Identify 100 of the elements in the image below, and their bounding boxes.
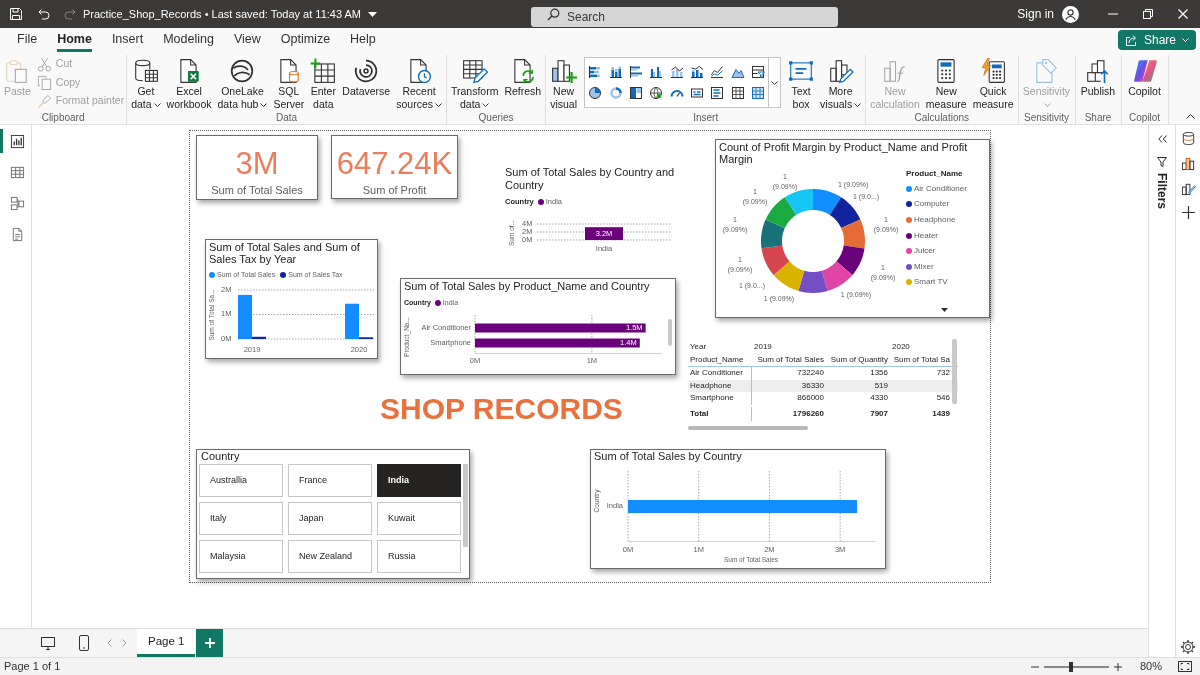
ribbon-group-label: Data [275, 112, 299, 124]
plus-icon [204, 638, 215, 648]
add-page-button[interactable] [196, 629, 224, 657]
ribbon-group-label: Copilot [1127, 112, 1162, 124]
chart-title: Sum of Total Sales by Country and Country [505, 166, 676, 191]
donut-chart-icon[interactable] [608, 86, 623, 101]
legend-title: Product_Name [906, 168, 964, 180]
table-cell-text: 1439 [931, 407, 951, 420]
ribbon-button[interactable]: SQL Server [271, 55, 307, 111]
filter-icon[interactable] [1157, 157, 1167, 167]
ribbon-button[interactable]: New measure [923, 55, 969, 111]
ribbon-button[interactable]: Quick measure [970, 55, 1016, 111]
slicer-option[interactable]: Russia [377, 540, 461, 573]
bar-chart-pencil-icon [827, 58, 854, 84]
caret-down-icon[interactable] [941, 308, 948, 312]
filters-pane-title[interactable]: Filters [1153, 173, 1171, 209]
list-filter-icon[interactable] [750, 64, 765, 79]
slicer-option[interactable]: Japan [288, 502, 372, 535]
scrollbar[interactable] [688, 426, 808, 430]
slicer-option[interactable]: India [377, 464, 461, 497]
ribbon-tab[interactable]: File [17, 30, 38, 52]
plus-icon[interactable] [1113, 662, 1122, 671]
scrollbar[interactable] [463, 464, 468, 547]
slicer-option[interactable]: Kuwait [377, 502, 461, 535]
share-button[interactable]: Share [1117, 30, 1196, 50]
settings-icon[interactable] [1180, 639, 1196, 655]
ribbon-button[interactable]: Get data [129, 55, 163, 111]
search-field[interactable]: Search [531, 7, 838, 27]
ribbon-tab[interactable]: View [233, 30, 261, 52]
ribbon-button[interactable]: Copilot [1126, 55, 1163, 98]
card-icon[interactable] [689, 86, 704, 101]
line-and-column-chart-icon[interactable] [669, 64, 684, 79]
ribbon-button[interactable]: Text box [786, 55, 817, 111]
ribbon-button[interactable]: More visuals [818, 55, 864, 111]
chevron-up-icon[interactable] [1186, 114, 1195, 119]
ribbon-button[interactable]: Dataverse [340, 55, 393, 98]
avatar-icon[interactable] [1062, 5, 1079, 23]
page-tab[interactable]: Page 1 [137, 629, 196, 657]
ribbon-button[interactable]: Recent sources [394, 55, 444, 111]
ribbon-tab[interactable]: Insert [111, 30, 144, 52]
bar-chart-icon[interactable] [1180, 156, 1196, 171]
legend-label: Juicer [914, 245, 936, 258]
phone-icon[interactable] [79, 635, 89, 651]
ribbon-button[interactable]: Publish [1078, 55, 1118, 98]
save-icon[interactable] [9, 7, 23, 21]
slider-thumb[interactable] [1069, 661, 1074, 672]
ribbon-button[interactable]: Excel workbook [164, 55, 214, 111]
line-chart-icon[interactable] [710, 64, 725, 79]
stacked-bar-chart-icon[interactable] [588, 64, 603, 79]
slicer-option[interactable]: New Zealand [288, 540, 372, 573]
chevron-down-icon [854, 102, 862, 107]
ribbon-tab[interactable]: Optimize [280, 30, 331, 52]
sign-in-link[interactable]: Sign in [1017, 5, 1054, 23]
ribbon-button[interactable]: Enter data [308, 55, 339, 111]
slicer-option[interactable]: Italy [199, 502, 283, 535]
minimize-icon[interactable] [1107, 13, 1118, 15]
chart-brush-icon[interactable] [1180, 181, 1196, 196]
fit-to-page-icon[interactable] [1178, 661, 1192, 672]
row-header: Total [688, 406, 752, 421]
chevron-down-icon [260, 102, 268, 107]
minus-icon[interactable] [1030, 665, 1039, 668]
chevron-down-icon [153, 102, 161, 107]
share-icon [1124, 33, 1138, 47]
matrix-icon[interactable] [750, 86, 765, 101]
line-and-stacked-column-chart-icon[interactable] [689, 64, 704, 79]
desktop-icon[interactable] [40, 635, 56, 651]
scrollbar[interactable] [952, 339, 957, 404]
treemap-icon[interactable] [628, 86, 643, 101]
restore-icon[interactable] [1142, 9, 1153, 19]
ribbon-tab[interactable]: Modeling [163, 30, 214, 52]
ribbon-button[interactable]: OneLake data hub [215, 55, 270, 111]
pie-chart-icon[interactable] [588, 86, 603, 101]
table-icon[interactable] [730, 86, 745, 101]
globe-icon[interactable] [649, 86, 664, 101]
multi-row-card-icon[interactable] [710, 86, 725, 101]
ribbon-button[interactable]: Transform data [448, 55, 501, 111]
caret-down-icon[interactable] [368, 11, 377, 17]
scrollbar[interactable] [668, 319, 672, 346]
donut-slice [761, 219, 785, 249]
ribbon-button[interactable]: Refresh [502, 55, 544, 98]
chevron-down-icon [434, 102, 442, 107]
stacked-column-chart-icon[interactable] [608, 64, 623, 79]
colorful-logo-icon [1131, 58, 1158, 84]
table-pencil-icon [461, 58, 488, 84]
database-icon[interactable] [1180, 131, 1196, 146]
concentric-swirl-icon [353, 58, 380, 84]
clustered-bar-chart-icon[interactable] [628, 64, 643, 79]
ribbon-button[interactable]: New visual [548, 55, 580, 111]
slicer-option[interactable]: France [288, 464, 372, 497]
ribbon-tab[interactable]: Help [350, 30, 376, 52]
slicer-option[interactable]: Australlia [199, 464, 283, 497]
scissors-icon [36, 56, 52, 72]
slicer-option[interactable]: Malaysia [199, 540, 283, 573]
undo-icon[interactable] [37, 7, 51, 21]
close-icon[interactable] [1177, 9, 1188, 19]
plus-icon[interactable] [1181, 206, 1195, 219]
redo-icon[interactable] [63, 7, 77, 21]
clustered-column-chart-icon[interactable] [649, 64, 664, 79]
chevrons-left-icon[interactable] [1157, 135, 1167, 143]
bar-chart-formula-icon [881, 58, 908, 84]
